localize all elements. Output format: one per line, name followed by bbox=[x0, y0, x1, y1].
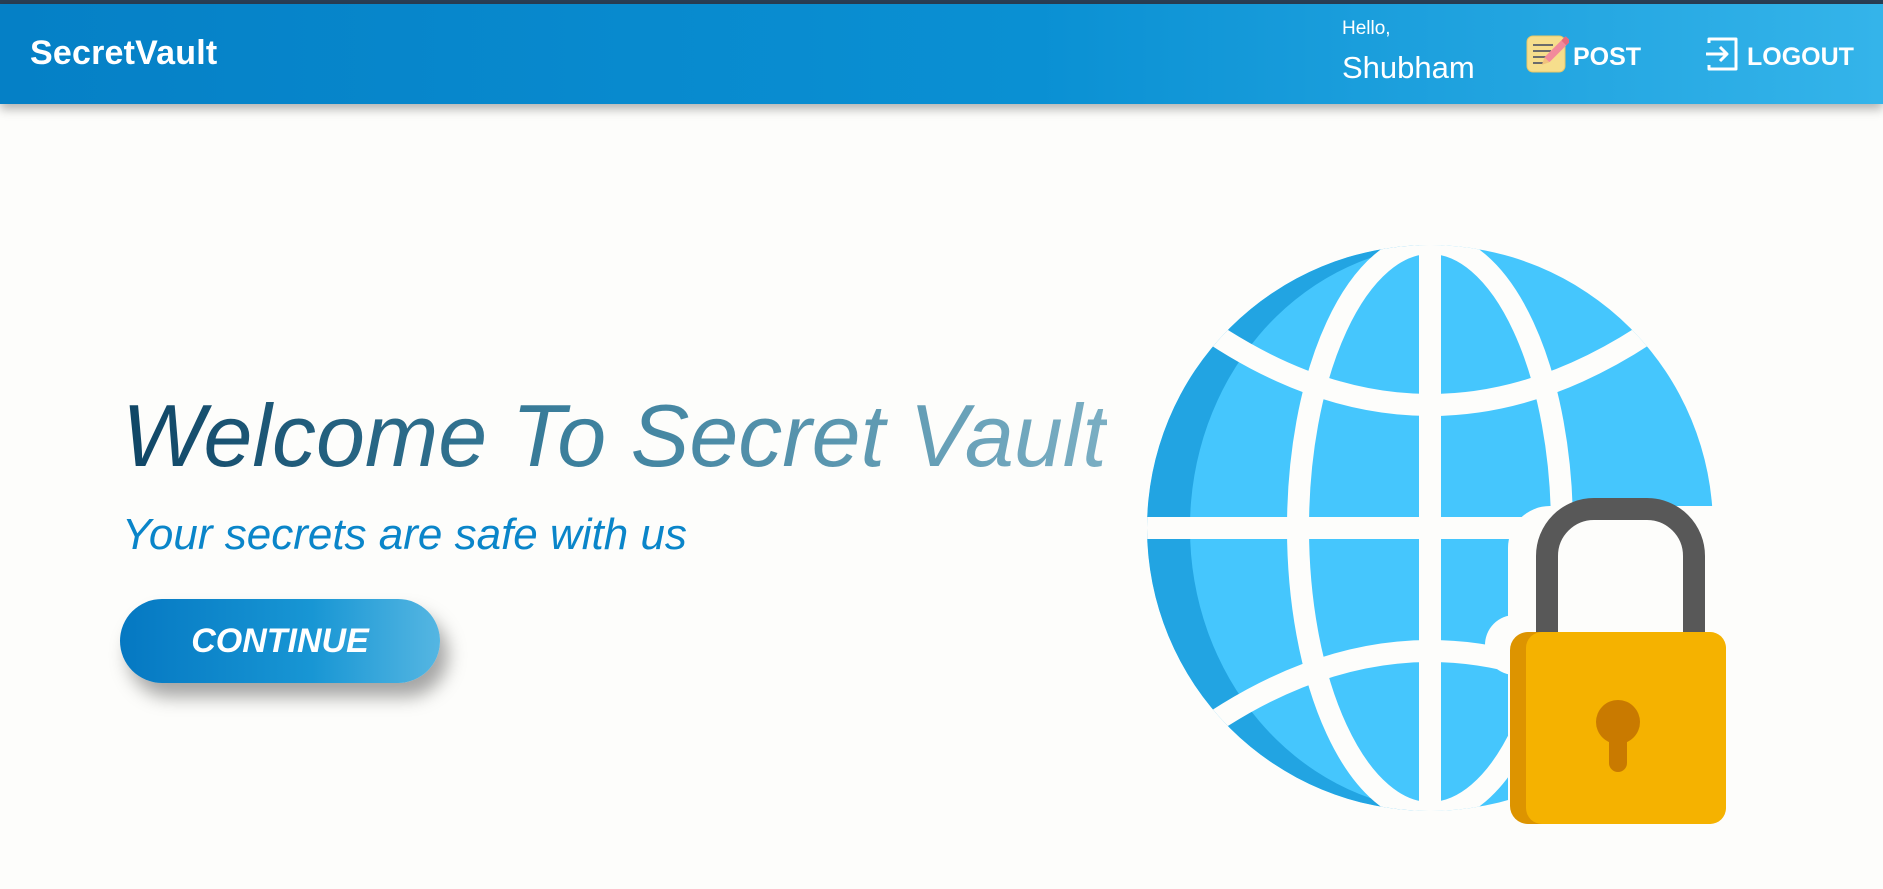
hero-subtitle: Your secrets are safe with us bbox=[122, 510, 687, 559]
continue-button[interactable]: CONTINUE bbox=[120, 599, 440, 683]
logout-label: LOGOUT bbox=[1747, 42, 1854, 71]
user-greeting: Hello, Shubham bbox=[1342, 18, 1475, 86]
hero-title: Welcome To Secret Vault bbox=[122, 386, 1107, 485]
greeting-text: Hello, bbox=[1342, 18, 1391, 39]
notepad-pencil-icon bbox=[1525, 33, 1571, 82]
globe-with-padlock-icon bbox=[1140, 240, 1758, 845]
post-label: POST bbox=[1573, 42, 1642, 71]
logout-arrow-icon bbox=[1703, 34, 1743, 81]
username: Shubham bbox=[1342, 50, 1475, 85]
post-button[interactable]: POST bbox=[1525, 34, 1641, 80]
logout-button[interactable]: LOGOUT bbox=[1703, 34, 1854, 80]
navbar: SecretVault Hello, Shubham POST LOGOUT bbox=[0, 4, 1883, 104]
brand-logo[interactable]: SecretVault bbox=[30, 34, 217, 73]
